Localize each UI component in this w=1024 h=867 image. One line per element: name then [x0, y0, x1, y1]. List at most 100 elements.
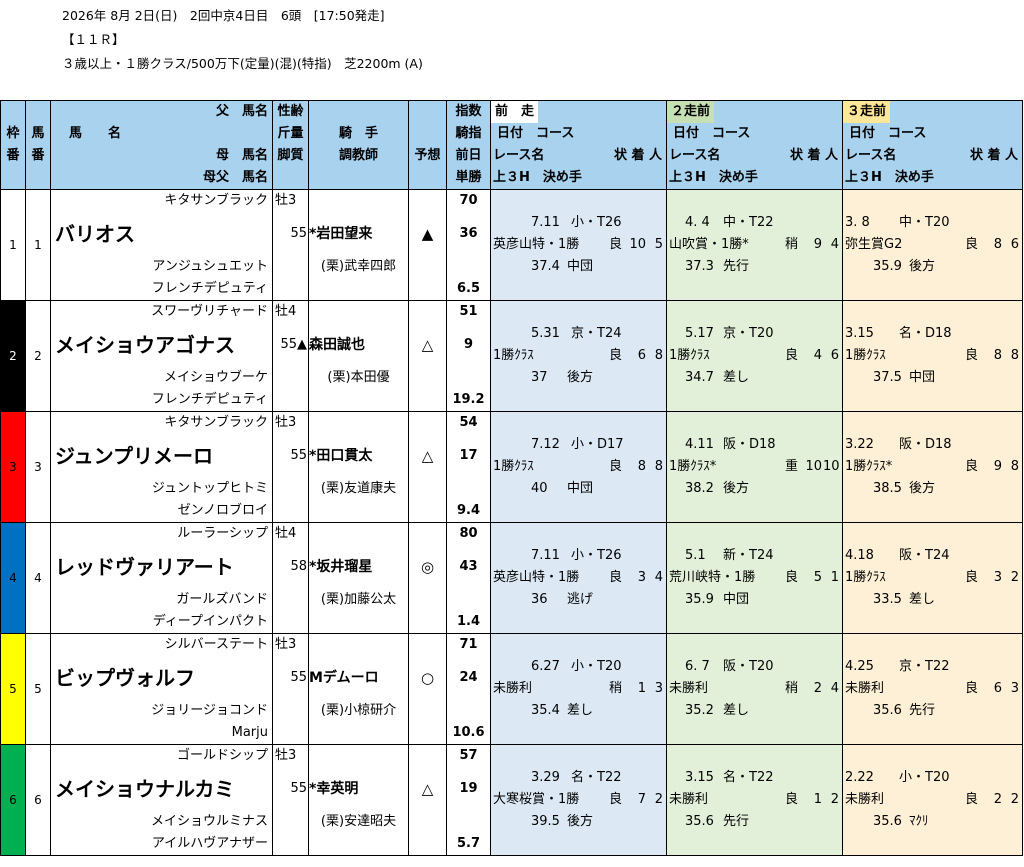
prev-day	[448, 256, 490, 278]
prediction-cell: △	[408, 744, 447, 856]
index: 57	[459, 748, 478, 763]
jockey[interactable]: 田口貫太	[316, 448, 372, 464]
race-finish: 2	[813, 681, 822, 696]
jockey-cell: *坂井瑠星 (栗)加藤公太	[308, 522, 409, 634]
index-cell: 51 9 19.2	[446, 300, 491, 412]
race-finish: 3	[637, 570, 646, 585]
race-condition: 良	[608, 237, 622, 252]
horse-name[interactable]: メイショウナルカミ	[52, 767, 272, 811]
weight: 55	[290, 670, 307, 685]
index-cell: 54 17 9.4	[446, 411, 491, 523]
race-name: 1勝ｸﾗｽ*	[669, 459, 717, 474]
race-finish: 3	[993, 570, 1002, 585]
horse-name-cell: ゴールドシップ メイショウナルカミ メイショウルミナス アイルハヴアナザー	[50, 744, 273, 856]
sex-age: 牡3	[275, 415, 297, 430]
prev-day	[448, 589, 490, 611]
race-date: 3.29	[531, 770, 560, 785]
sire: シルバーステート	[164, 637, 268, 652]
sex-weight-cell: 牡3 55	[272, 633, 309, 745]
horse-name[interactable]: バリオス	[52, 212, 272, 256]
odds: 10.6	[452, 725, 485, 740]
race-course: 小・T26	[571, 548, 622, 563]
jockey[interactable]: 坂井瑠星	[316, 559, 372, 575]
race-2-cell: 3.15 名・T22 未勝利 良 1 2 35.6 先行	[666, 744, 843, 856]
race-name: 大寒桜賞・1勝	[493, 792, 580, 807]
jockey-index: 43	[459, 559, 478, 574]
prev-day	[448, 367, 490, 389]
race-popularity: 2	[1010, 570, 1019, 585]
race-style: 差し	[723, 370, 750, 385]
race-style: 先行	[723, 814, 750, 829]
horse-name[interactable]: ジュンプリメーロ	[52, 434, 272, 478]
race-finish: 5	[813, 570, 822, 585]
prediction-mark: ○	[420, 669, 435, 687]
race-style: 中団	[567, 481, 594, 496]
race-number: 【１１Ｒ】	[62, 32, 125, 47]
race-condition: 稍	[608, 681, 622, 696]
race-last3f: 40	[531, 481, 548, 496]
race-3-cell: 3.15 名・D18 1勝ｸﾗｽ良 8 8 37.5 中団	[842, 300, 1023, 412]
col-race2: ２走前 日付 コース レース名状 着 人 上３H 決め手	[666, 100, 843, 190]
race-name: 1勝ｸﾗｽ	[493, 348, 534, 363]
style	[274, 700, 308, 722]
race-1-cell: 7.12 小・D17 1勝ｸﾗｽ良 8 8 40 中団	[490, 411, 667, 523]
race-last3f: 37	[531, 370, 548, 385]
jockey[interactable]: Mデムーロ	[310, 670, 379, 686]
race-finish: 4	[813, 348, 822, 363]
race-last3f: 38.5	[873, 481, 902, 496]
damsire: フレンチデピュティ	[151, 392, 268, 407]
dam: メイショウブーケ	[163, 370, 268, 385]
jockey-cell: *幸英明 (栗)安達昭夫	[308, 744, 409, 856]
race-popularity: 3	[1010, 681, 1019, 696]
race-style: 先行	[723, 259, 750, 274]
race-popularity: 2	[830, 792, 839, 807]
race-3-cell: 3.22 阪・D18 1勝ｸﾗｽ* 良 9 8 38.5 後方	[842, 411, 1023, 523]
col-waku: 枠 番	[0, 100, 26, 190]
race-date: 4.11	[685, 437, 714, 452]
race-style: 後方	[567, 370, 594, 385]
race-name: 未勝利	[845, 681, 885, 696]
col-index: 指数 騎指 前日 単勝	[446, 100, 491, 190]
jockey-index: 9	[463, 337, 474, 352]
dam: メイショウルミナス	[150, 814, 268, 829]
jockey[interactable]: 森田誠也	[310, 337, 366, 353]
race-1-cell: 7.11 小・T26 英彦山特・1勝 良 3 4 36 逃げ	[490, 522, 667, 634]
race-course: 京・T24	[571, 326, 622, 341]
waku-number: 1	[0, 189, 26, 301]
odds: 19.2	[452, 392, 485, 407]
sex-age: 牡4	[275, 304, 297, 319]
style	[274, 811, 308, 833]
race-last3f: 35.6	[873, 814, 902, 829]
horse-name[interactable]: メイショウアゴナス	[52, 323, 272, 367]
race-course: 阪・T20	[723, 659, 774, 674]
race-last3f: 33.5	[873, 592, 902, 607]
index-cell: 71 24 10.6	[446, 633, 491, 745]
race-finish: 10	[805, 459, 822, 474]
jockey-cell: 森田誠也 (栗)本田優	[308, 300, 409, 412]
race-last3f: 39.5	[531, 814, 560, 829]
horse-name[interactable]: レッドヴァリアート	[52, 545, 272, 589]
prediction-cell: △	[408, 411, 447, 523]
race-course: 小・T20	[571, 659, 622, 674]
race-last3f: 35.2	[685, 703, 714, 718]
race-style: 後方	[723, 481, 750, 496]
horse-number: 2	[25, 300, 51, 412]
weight: 55	[290, 226, 307, 241]
race-name: 英彦山特・1勝	[493, 237, 580, 252]
index: 80	[459, 526, 478, 541]
odds: 5.7	[456, 836, 481, 851]
dam: ガールズバンド	[176, 592, 268, 607]
race-date: 5.31	[531, 326, 560, 341]
sex-age: 牡3	[275, 637, 297, 652]
horse-name[interactable]: ビップヴォルフ	[52, 656, 272, 700]
jockey[interactable]: 幸英明	[316, 781, 358, 797]
prediction-mark: ▲	[421, 225, 434, 243]
race-course: 名・T22	[723, 770, 774, 785]
waku-number: 3	[0, 411, 26, 523]
race-date: 7.12	[531, 437, 560, 452]
prev-day	[448, 811, 490, 833]
race-course: 名・T22	[571, 770, 622, 785]
race-condition: 良	[608, 348, 622, 363]
race-date-line: 2026年 8月 2日(日) 2回中京4日目 6頭 [17:50発走]	[62, 8, 385, 23]
jockey[interactable]: 岩田望来	[316, 226, 372, 242]
